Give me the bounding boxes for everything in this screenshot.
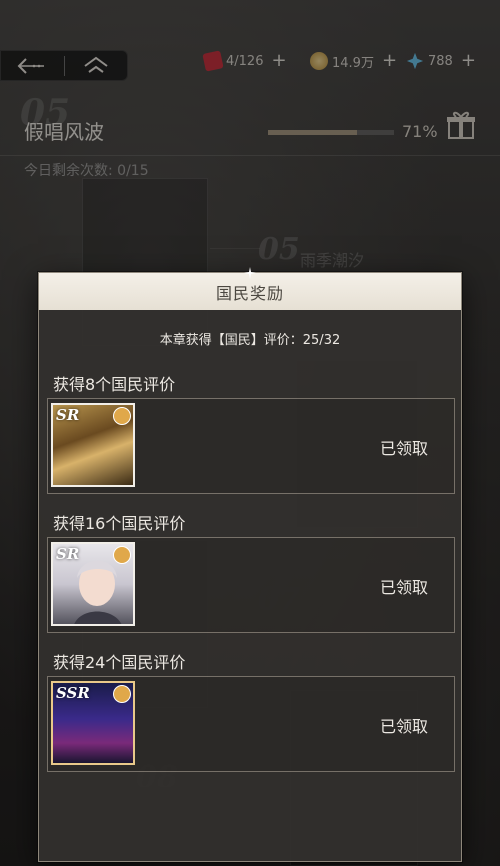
reward-thumbnail[interactable]: SR <box>51 542 135 626</box>
microphone-icon <box>113 685 131 703</box>
microphone-icon <box>113 407 131 425</box>
rarity-badge: SR <box>56 406 80 424</box>
reward-card: SSR 已领取 <box>47 676 455 772</box>
rarity-badge: SSR <box>56 684 90 702</box>
reward-thumbnail[interactable]: SR <box>51 403 135 487</box>
modal-title: 国民奖励 <box>215 283 284 303</box>
tier-label: 获得24个国民评价 <box>53 653 186 672</box>
reward-thumbnail[interactable]: SSR <box>51 681 135 765</box>
tier-label: 获得16个国民评价 <box>53 514 186 533</box>
tier-label: 获得8个国民评价 <box>53 375 176 394</box>
reward-card: SR 已领取 <box>47 537 455 633</box>
modal-subtitle: 本章获得【国民】评价：25/32 <box>159 333 341 348</box>
national-reward-modal: 国民奖励 本章获得【国民】评价：25/32 获得8个国民评价 SR 已领取 获得… <box>38 267 462 862</box>
claimed-status: 已领取 <box>379 439 428 458</box>
character-portrait <box>74 560 122 624</box>
claimed-status: 已领取 <box>379 717 428 736</box>
claimed-status: 已领取 <box>379 578 428 597</box>
sparkle-icon <box>244 267 256 279</box>
reward-card: SR 已领取 <box>47 398 455 494</box>
